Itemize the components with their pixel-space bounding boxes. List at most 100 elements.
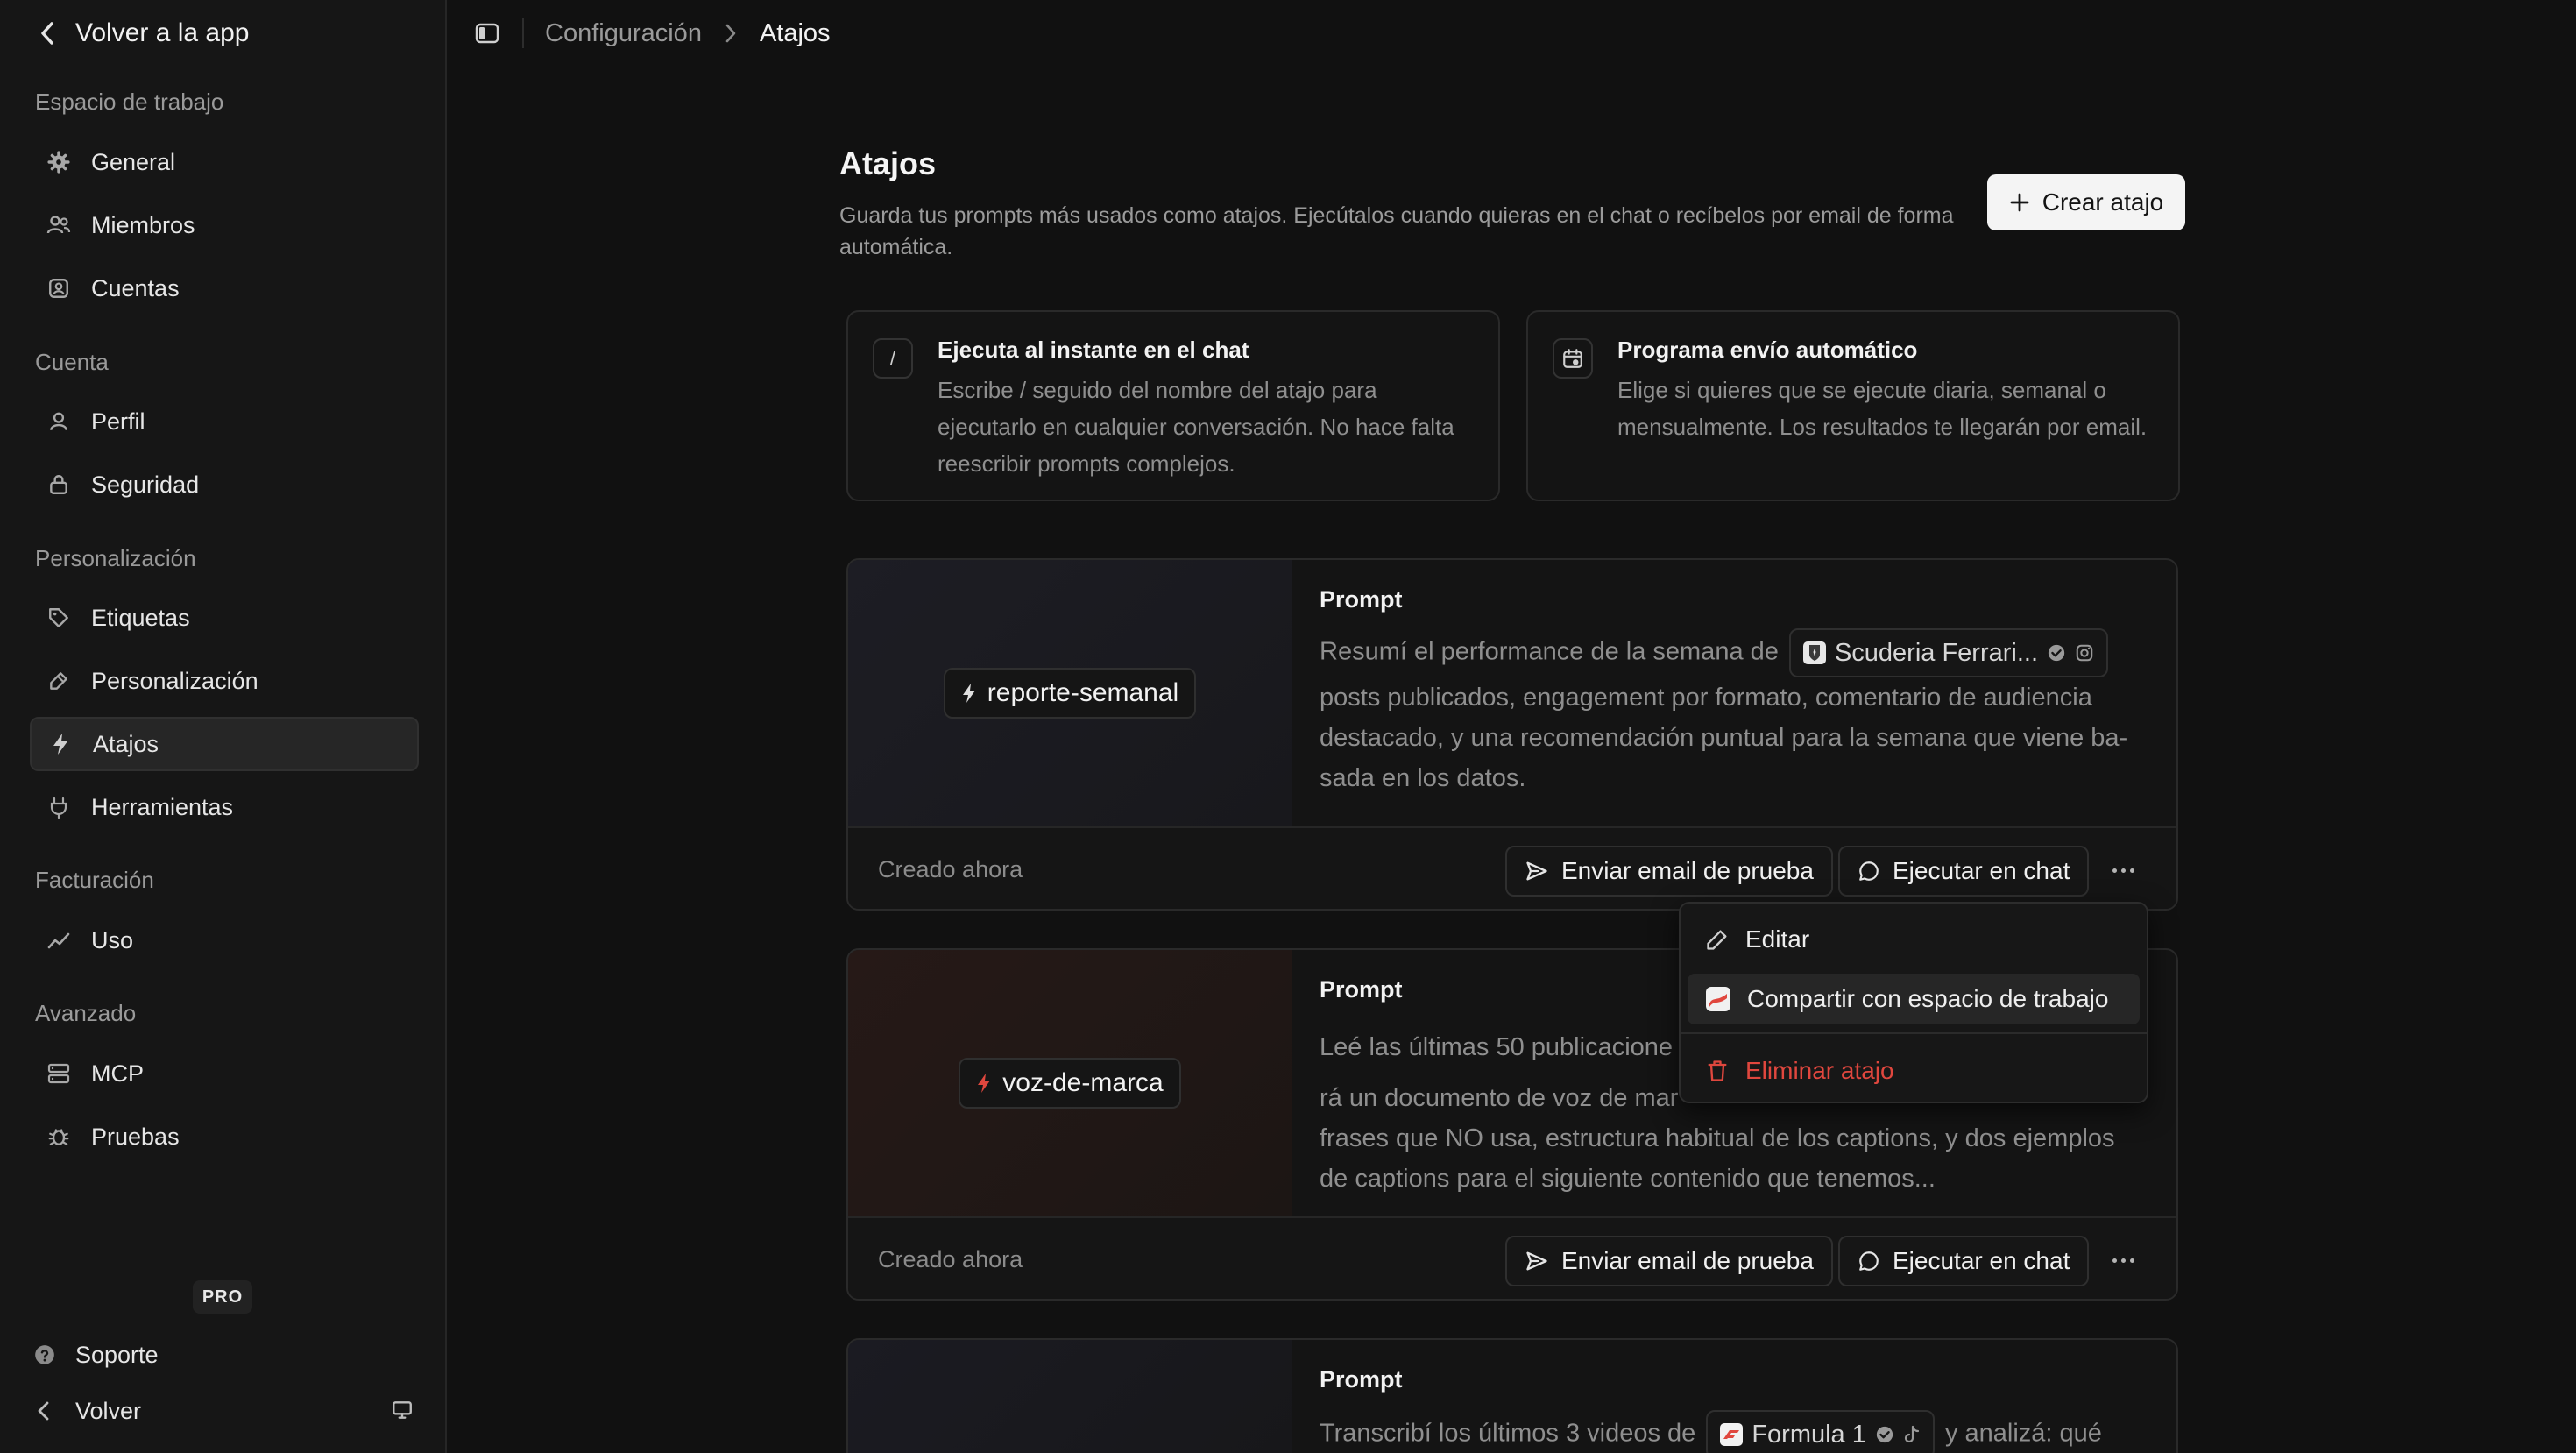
bolt-icon [961, 683, 977, 704]
sidebar-item-shortcuts[interactable]: Atajos [30, 717, 419, 771]
page-description: Guarda tus prompts más usados como atajo… [839, 203, 1954, 259]
instagram-icon [2075, 643, 2094, 663]
back-to-app-label: Volver a la app [75, 18, 250, 47]
shortcut-card: reporte-semanal Prompt Resumí el perform… [846, 558, 2178, 911]
trash-icon [1705, 1059, 1730, 1083]
prompt-text: Transcribí los últimos 3 videos de Formu… [1320, 1410, 2102, 1453]
account-mention[interactable]: Scuderia Ferrari... [1788, 628, 2109, 677]
support-link[interactable]: Soporte [33, 1336, 159, 1374]
run-in-chat-button[interactable]: Ejecutar en chat [1838, 1236, 2090, 1286]
plug-icon [46, 794, 72, 820]
more-options-icon[interactable] [2103, 853, 2143, 888]
shortcut-card: Prompt Transcribí los últimos 3 videos d… [846, 1338, 2178, 1453]
f1-logo-icon [1720, 1423, 1744, 1446]
sidebar-item-label: General [91, 148, 176, 175]
chevron-left-icon [39, 21, 56, 46]
more-options-icon[interactable] [2103, 1243, 2143, 1278]
prompt-text: Resumí el performance de la semana de Sc… [1320, 628, 2143, 798]
divider [522, 18, 524, 48]
shortcut-name-chip[interactable]: voz-de-marca [959, 1058, 1181, 1109]
sidebar-item-tools[interactable]: Herramientas [30, 780, 419, 834]
info-card-text: Elige si quieres que se ejecute diaria, … [1617, 377, 2148, 440]
sidebar-item-label: Seguridad [91, 471, 200, 498]
breadcrumb-parent[interactable]: Configuración [545, 19, 702, 48]
info-card-title: Programa envío automático [1617, 337, 1918, 363]
sidebar-item-general[interactable]: General [30, 135, 419, 189]
verified-icon [2047, 643, 2066, 663]
created-label: Creado ahora [878, 1246, 1023, 1272]
sidebar-item-profile[interactable]: Perfil [30, 394, 419, 449]
sidebar-item-usage[interactable]: Uso [30, 913, 419, 967]
contact-card-icon [46, 275, 72, 301]
bolt-icon [976, 1073, 992, 1094]
lock-icon [46, 471, 72, 498]
menu-item-edit[interactable]: Editar [1688, 914, 2140, 965]
user-icon [46, 408, 72, 435]
sidebar-item-label: Herramientas [91, 793, 234, 820]
trend-icon [46, 927, 72, 953]
shortcut-thumbnail: reporte-semanal [848, 560, 1292, 826]
sidebar-item-mcp[interactable]: MCP [30, 1046, 419, 1101]
calendar-clock-icon [1553, 338, 1593, 379]
info-card-text: Escribe / seguido del nombre del atajo p… [938, 377, 1454, 477]
mention-name: Scuderia Ferrari... [1834, 639, 2039, 667]
section-title-billing: Facturación [35, 867, 154, 893]
sidebar: Volver a la app Espacio de trabajo Gener… [0, 0, 447, 1453]
shortcut-thumbnail: voz-de-marca [848, 950, 1292, 1216]
create-shortcut-label: Crear atajo [2042, 188, 2164, 216]
send-icon [1525, 1249, 1549, 1273]
menu-item-label: Editar [1745, 925, 1810, 953]
sidebar-item-accounts[interactable]: Cuentas [30, 261, 419, 315]
send-test-email-button[interactable]: Enviar email de prueba [1505, 846, 1833, 897]
slash-icon: / [873, 338, 913, 379]
page-title: Atajos [839, 145, 937, 181]
back-link[interactable]: Volver [33, 1392, 141, 1430]
run-in-chat-label: Ejecutar en chat [1893, 1247, 2070, 1274]
verified-icon [1875, 1425, 1894, 1444]
send-test-email-label: Enviar email de prueba [1561, 857, 1814, 884]
create-shortcut-button[interactable]: Crear atajo [1987, 174, 2185, 230]
prompt-text-rest: posts publicados, engagement por formato… [1320, 684, 2128, 792]
sidebar-item-label: Atajos [93, 730, 159, 757]
tag-icon [46, 605, 72, 631]
shortcut-options-menu: Editar Compartir con espacio de trabajo … [1679, 902, 2148, 1103]
section-title-personalization: Personalización [35, 545, 196, 571]
menu-item-delete[interactable]: Eliminar atajo [1688, 1045, 2140, 1096]
server-icon [46, 1060, 72, 1087]
sidebar-item-tags[interactable]: Etiquetas [30, 591, 419, 645]
chat-bubble-icon [1858, 860, 1880, 882]
back-label: Volver [75, 1397, 142, 1424]
menu-item-share-workspace[interactable]: Compartir con espacio de trabajo [1688, 974, 2140, 1024]
sidebar-item-security[interactable]: Seguridad [30, 457, 419, 512]
shortcut-body: Prompt Transcribí los últimos 3 videos d… [1320, 1340, 2141, 1453]
sidebar-item-label: Etiquetas [91, 604, 190, 631]
sidebar-item-label: Personalización [91, 667, 258, 694]
sidebar-item-label: MCP [91, 1060, 144, 1087]
sidebar-item-label: Perfil [91, 408, 145, 435]
sidebar-toggle-icon[interactable] [475, 22, 499, 45]
chevron-right-icon [725, 23, 737, 44]
bolt-icon [47, 731, 74, 757]
sidebar-item-tests[interactable]: Pruebas [30, 1109, 419, 1164]
sidebar-item-personalization[interactable]: Personalización [30, 654, 419, 708]
info-card-schedule: Programa envío automático Elige si quier… [1526, 310, 2180, 501]
account-mention[interactable]: Formula 1 [1706, 1410, 1935, 1453]
monitor-icon[interactable] [391, 1399, 417, 1425]
created-label: Creado ahora [878, 856, 1023, 882]
run-in-chat-label: Ejecutar en chat [1893, 857, 2070, 884]
shortcut-name-chip[interactable]: reporte-semanal [943, 668, 1197, 719]
back-to-app-link[interactable]: Volver a la app [39, 16, 249, 51]
sidebar-item-label: Miembros [91, 211, 195, 238]
prompt-label: Prompt [1320, 586, 1403, 613]
help-circle-icon [33, 1343, 56, 1366]
send-test-email-button[interactable]: Enviar email de prueba [1505, 1236, 1833, 1286]
menu-item-label: Eliminar atajo [1745, 1057, 1894, 1084]
plus-icon [2009, 192, 2030, 213]
pencil-icon [1705, 927, 1730, 952]
section-title-account: Cuenta [35, 349, 109, 375]
sidebar-item-label: Pruebas [91, 1123, 180, 1150]
run-in-chat-button[interactable]: Ejecutar en chat [1838, 846, 2090, 897]
sidebar-item-members[interactable]: Miembros [30, 198, 419, 252]
plan-badge: PRO [193, 1280, 252, 1314]
prompt-text-start: Resumí el performance de la semana de [1320, 637, 1779, 666]
